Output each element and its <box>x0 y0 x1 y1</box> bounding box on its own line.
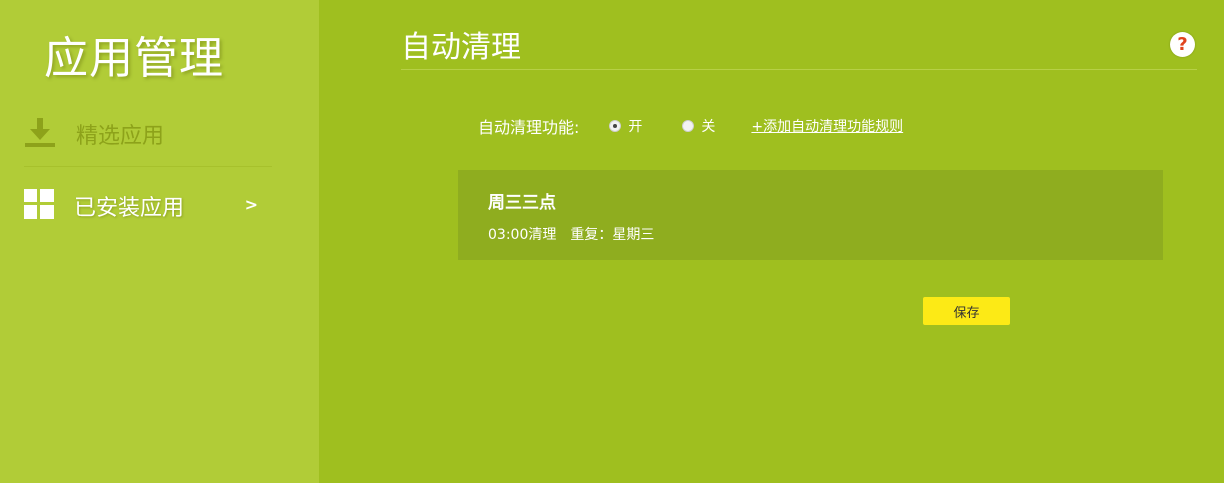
sidebar: 应用管理 精选应用 已安装应用 > <box>0 0 319 483</box>
rule-repeat: 重复：星期三 <box>570 227 655 243</box>
download-icon <box>24 116 56 152</box>
radio-label-off: 关 <box>701 119 716 135</box>
app-title: 应用管理 <box>44 33 224 84</box>
rule-detail: 03:00清理 重复：星期三 <box>488 224 654 244</box>
auto-clean-on-radio[interactable]: 开 <box>609 116 642 136</box>
sidebar-divider <box>24 166 272 167</box>
clean-rule-card[interactable]: 周三三点 03:00清理 重复：星期三 <box>458 170 1163 260</box>
rule-name: 周三三点 <box>488 193 556 213</box>
title-divider <box>401 69 1197 70</box>
page-title: 自动清理 <box>401 30 521 65</box>
add-clean-rule-link[interactable]: +添加自动清理功能规则 <box>751 116 903 136</box>
grid-icon <box>24 189 54 223</box>
help-icon[interactable]: ? <box>1170 32 1195 57</box>
auto-clean-toggle-row: 自动清理功能: 开 关 +添加自动清理功能规则 <box>478 114 903 138</box>
save-button[interactable]: 保存 <box>923 297 1010 325</box>
sidebar-item-featured-apps[interactable]: 精选应用 <box>24 114 164 154</box>
auto-clean-off-radio[interactable]: 关 <box>682 116 715 136</box>
radio-unchecked-icon <box>682 120 695 132</box>
radio-checked-icon <box>609 120 622 132</box>
auto-clean-label: 自动清理功能: <box>478 118 580 137</box>
chevron-right-icon: > <box>244 195 258 214</box>
sidebar-item-installed-apps[interactable]: 已安装应用 > <box>24 186 264 226</box>
radio-label-on: 开 <box>628 119 643 135</box>
sidebar-item-label: 已安装应用 <box>74 196 185 221</box>
sidebar-item-label: 精选应用 <box>76 124 165 149</box>
rule-time: 03:00清理 <box>488 227 557 243</box>
